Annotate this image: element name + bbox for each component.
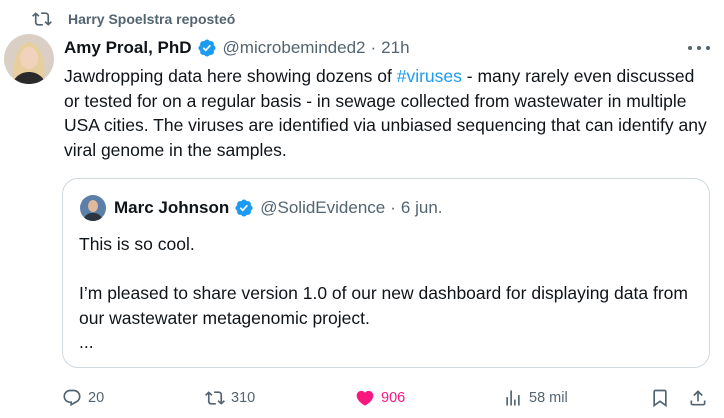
reply-button[interactable]: 20: [62, 386, 104, 410]
reply-icon: [63, 389, 81, 407]
reply-count: 20: [88, 390, 105, 406]
quoted-author-name[interactable]: Marc Johnson: [114, 198, 229, 218]
hashtag-link[interactable]: #viruses: [397, 66, 462, 86]
views-button[interactable]: 58 mil: [503, 386, 568, 410]
repost-count: 310: [231, 390, 256, 406]
like-button[interactable]: 906: [355, 386, 405, 410]
quoted-author-avatar[interactable]: [80, 195, 106, 221]
timestamp[interactable]: 21h: [381, 38, 409, 58]
quoted-text-line: I’m pleased to share version 1.0 of our …: [79, 283, 688, 328]
quoted-tweet-header: Marc Johnson @SolidEvidence · 6 jun.: [80, 195, 443, 221]
share-button[interactable]: [688, 386, 708, 410]
more-options-icon[interactable]: [688, 38, 710, 58]
repost-context[interactable]: Harry Spoelstra reposteó: [32, 8, 235, 30]
author-avatar[interactable]: [4, 34, 54, 84]
verified-badge-icon[interactable]: [197, 38, 217, 58]
quoted-text-ellipsis: ...: [79, 332, 94, 352]
separator: ·: [370, 38, 377, 57]
quoted-text-line: This is so cool.: [79, 234, 195, 254]
tweet-header: Amy Proal, PhD @microbeminded2 · 21h: [64, 36, 684, 60]
author-name[interactable]: Amy Proal, PhD: [64, 38, 192, 58]
heart-icon: [356, 390, 374, 406]
tweet-text-start: Jawdropping data here showing dozens of: [64, 66, 397, 86]
repost-icon: [205, 391, 225, 405]
tweet-text: Jawdropping data here showing dozens of …: [64, 64, 712, 162]
view-count: 58 mil: [529, 390, 568, 406]
author-handle[interactable]: @microbeminded2: [223, 38, 366, 58]
verified-badge-icon[interactable]: [234, 198, 254, 218]
bookmark-icon: [653, 389, 667, 408]
quoted-author-handle[interactable]: @SolidEvidence: [260, 198, 385, 218]
quoted-tweet-text: This is so cool. I’m pleased to share ve…: [79, 232, 699, 355]
repost-button[interactable]: 310: [205, 386, 255, 410]
separator: ·: [390, 198, 396, 217]
bookmark-button[interactable]: [650, 386, 670, 410]
share-icon: [690, 390, 706, 406]
repost-icon: [32, 9, 52, 29]
repost-label: Harry Spoelstra reposteó: [68, 11, 236, 27]
like-count: 906: [381, 390, 406, 406]
quoted-timestamp[interactable]: 6 jun.: [401, 198, 443, 218]
quoted-tweet[interactable]: Marc Johnson @SolidEvidence · 6 jun. Thi…: [62, 178, 710, 368]
analytics-icon: [506, 390, 520, 406]
action-bar: 20 310 906 58 mil: [62, 386, 706, 410]
